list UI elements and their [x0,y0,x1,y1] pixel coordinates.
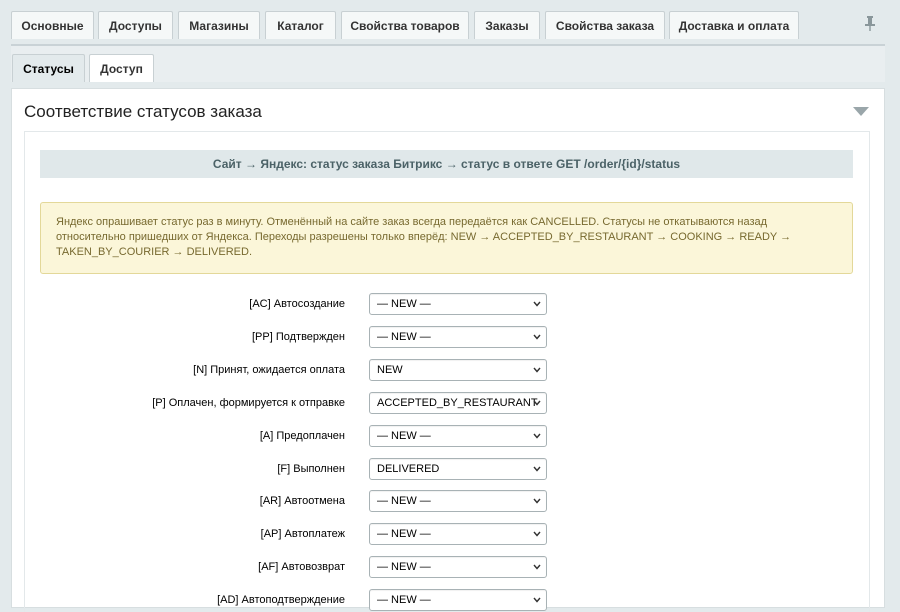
chevron-down-icon [533,466,541,472]
status-select-value: — NEW — [377,594,431,607]
status-label: [AF] Автовозврат [258,561,345,574]
tab-stores[interactable]: Магазины [178,11,260,39]
status-mapping-panel: Соответствие статусов заказа Сайт → Янде… [11,88,885,612]
info-notice: Яндекс опрашивает статус раз в минуту. О… [40,202,853,274]
chevron-down-icon [533,400,541,406]
status-select[interactable]: — NEW — [369,325,547,348]
status-select-value: — NEW — [377,528,431,541]
status-label: [N] Принят, ожидается оплата [193,363,345,376]
status-select-value: — NEW — [377,330,431,343]
status-select[interactable]: — NEW — [369,556,547,579]
status-label: [AP] Автоплатеж [260,528,345,541]
status-label: [P] Оплачен, формируется к отправке [152,396,345,409]
chevron-down-icon [533,498,541,504]
status-select[interactable]: — NEW — [369,293,547,315]
tab-delivery-payment[interactable]: Доставка и оплата [669,11,799,39]
chevron-down-icon [533,334,541,340]
chevron-down-icon [533,531,541,537]
status-label: [AR] Автоотмена [259,495,345,508]
status-select-value: ACCEPTED_BY_RESTAURANT [377,396,538,409]
tab-product-properties[interactable]: Свойства товаров [341,11,469,39]
status-select[interactable]: ACCEPTED_BY_RESTAURANT [369,391,547,414]
status-select[interactable]: DELIVERED [369,457,547,480]
chevron-down-icon [533,433,541,439]
tab-catalog[interactable]: Каталог [265,11,336,39]
chevron-down-icon [533,367,541,373]
status-select[interactable]: — NEW — [369,589,547,612]
chevron-down-icon [533,597,541,603]
status-label: [A] Предоплачен [259,429,345,442]
status-select[interactable]: — NEW — [369,424,547,447]
pin-icon[interactable] [864,15,876,31]
section-header: Сайт → Яндекс: статус заказа Битрикс → с… [40,150,853,178]
panel-title: Соответствие статусов заказа [24,102,262,121]
status-label: [PP] Подтвержден [251,330,345,343]
tab-access[interactable]: Доступы [98,11,173,39]
subtab-access[interactable]: Доступ [89,54,154,82]
status-label: [AD] Автоподтверждение [217,594,345,607]
status-select-value: — NEW — [377,495,431,508]
status-label: [F] Выполнен [277,462,345,475]
tab-orders[interactable]: Заказы [474,11,540,39]
status-label: [AC] Автосоздание [249,298,345,310]
top-tab-bar: Основные Доступы Магазины Каталог Свойст… [0,0,900,46]
tab-order-properties[interactable]: Свойства заказа [545,11,665,39]
tab-main[interactable]: Основные [11,11,94,39]
collapse-icon[interactable] [853,107,869,117]
chevron-down-icon [533,564,541,570]
status-select[interactable]: NEW [369,358,547,381]
status-select-value: NEW [377,363,403,376]
status-select-value: — NEW — [377,561,431,574]
status-select[interactable]: — NEW — [369,523,547,546]
chevron-down-icon [533,301,541,307]
status-select-value: DELIVERED [377,462,440,475]
subtab-statuses[interactable]: Статусы [12,54,85,82]
status-select-value: — NEW — [377,429,431,442]
sub-tab-bar: Статусы Доступ [11,46,885,82]
status-select-value: — NEW — [377,298,431,310]
status-select[interactable]: — NEW — [369,490,547,513]
